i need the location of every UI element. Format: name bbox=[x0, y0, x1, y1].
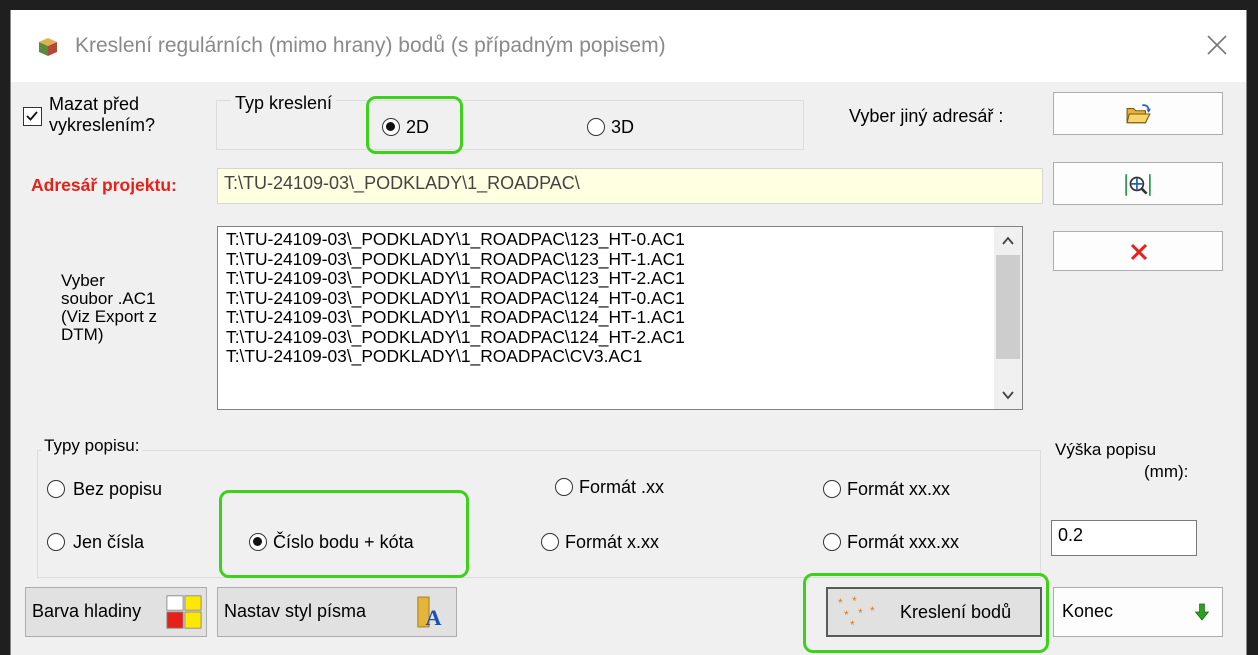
points-icon: * * * * * * bbox=[838, 595, 875, 629]
list-item[interactable]: T:\TU-24109-03\_PODKLADY\1_ROADPAC\123_H… bbox=[226, 229, 685, 250]
erase-label-line1: Mazat před bbox=[49, 94, 140, 114]
layer-color-icon bbox=[166, 595, 202, 629]
draw-type-2d-label: 2D bbox=[406, 117, 430, 137]
end-button-label: Konec bbox=[1062, 601, 1114, 621]
checkmark-icon bbox=[26, 111, 38, 121]
window-title: Kreslení regulárních (mimo hrany) bodů (… bbox=[75, 34, 666, 57]
label-type-format-x-xx-radio[interactable] bbox=[541, 533, 559, 551]
end-button[interactable]: Konec bbox=[1053, 587, 1223, 637]
close-icon[interactable] bbox=[1202, 30, 1232, 60]
label-type-numbers-radio[interactable] bbox=[47, 533, 65, 551]
svg-text:*: * bbox=[858, 606, 863, 620]
text-height-input[interactable]: 0.2 bbox=[1051, 520, 1197, 556]
zoom-extents-icon bbox=[1125, 174, 1151, 196]
svg-text:*: * bbox=[852, 595, 857, 608]
list-item[interactable]: T:\TU-24109-03\_PODKLADY\1_ROADPAC\124_H… bbox=[226, 327, 685, 348]
label-type-numbers-label: Jen čísla bbox=[73, 532, 145, 552]
chevron-down-icon[interactable] bbox=[994, 383, 1022, 407]
file-list-label-line: Vyber bbox=[61, 271, 105, 290]
svg-text:*: * bbox=[838, 596, 843, 610]
file-list-label-line: DTM) bbox=[61, 325, 104, 344]
erase-label-line2: vykreslením? bbox=[49, 115, 156, 135]
draw-points-button-label: Kreslení bodů bbox=[900, 602, 1012, 622]
delete-file-button[interactable] bbox=[1053, 231, 1223, 271]
svg-text:A: A bbox=[425, 605, 441, 630]
draw-type-2d-radio[interactable] bbox=[382, 118, 400, 136]
draw-type-group-label: Typ kreslení bbox=[231, 93, 337, 114]
project-directory-field[interactable]: T:\TU-24109-03\_PODKLADY\1_ROADPAC\ bbox=[217, 168, 1043, 204]
file-list-scrollbar[interactable] bbox=[994, 227, 1022, 409]
cube-icon bbox=[39, 38, 57, 56]
layer-color-button[interactable]: Barva hladiny bbox=[25, 587, 207, 637]
svg-text:*: * bbox=[850, 618, 855, 629]
svg-text:*: * bbox=[870, 604, 875, 618]
label-type-format-xxx-xx-radio[interactable] bbox=[823, 533, 841, 551]
draw-type-3d-label: 3D bbox=[611, 117, 635, 137]
label-type-format-xxx-xx-label: Formát xxx.xx bbox=[847, 532, 960, 552]
erase-before-draw-checkbox[interactable] bbox=[23, 107, 42, 126]
label-type-format-xx-radio[interactable] bbox=[555, 478, 573, 496]
label-type-format-x-xx-label: Formát x.xx bbox=[565, 532, 660, 552]
label-types-group-label: Typy popisu: bbox=[41, 436, 143, 456]
list-item[interactable]: T:\TU-24109-03\_PODKLADY\1_ROADPAC\CV3.A… bbox=[226, 346, 685, 367]
label-type-format-xx-xx-label: Formát xx.xx bbox=[847, 479, 951, 499]
arrow-down-icon bbox=[1194, 603, 1210, 621]
label-type-number-elevation-radio[interactable] bbox=[249, 533, 267, 551]
list-item[interactable]: T:\TU-24109-03\_PODKLADY\1_ROADPAC\124_H… bbox=[226, 288, 685, 309]
file-listbox[interactable]: T:\TU-24109-03\_PODKLADY\1_ROADPAC\123_H… bbox=[217, 226, 1023, 410]
choose-directory-label: Vyber jiný adresář : bbox=[849, 106, 1004, 126]
file-list-label-line: soubor .AC1 bbox=[61, 289, 156, 308]
font-style-button-label: Nastav styl písma bbox=[224, 601, 367, 621]
scroll-thumb[interactable] bbox=[996, 255, 1020, 359]
draw-type-3d-radio[interactable] bbox=[587, 118, 605, 136]
choose-directory-button[interactable] bbox=[1053, 92, 1223, 135]
zoom-extents-button[interactable] bbox=[1053, 162, 1223, 205]
chevron-up-icon[interactable] bbox=[994, 229, 1022, 253]
project-directory-label: Adresář projektu: bbox=[31, 175, 177, 195]
title-bar: Kreslení regulárních (mimo hrany) bodů (… bbox=[11, 10, 1246, 82]
delete-x-icon bbox=[1130, 243, 1148, 261]
label-type-format-xx-xx-radio[interactable] bbox=[823, 480, 841, 498]
label-types-group bbox=[37, 450, 1041, 578]
layer-color-button-label: Barva hladiny bbox=[32, 601, 142, 621]
text-height-label-line2: (mm): bbox=[1144, 462, 1189, 481]
text-height-label-line1: Výška popisu bbox=[1055, 440, 1157, 459]
dialog-window: Kreslení regulárních (mimo hrany) bodů (… bbox=[10, 10, 1247, 655]
label-type-number-elevation-label: Číslo bodu + kóta bbox=[273, 532, 414, 552]
list-item[interactable]: T:\TU-24109-03\_PODKLADY\1_ROADPAC\124_H… bbox=[226, 307, 685, 328]
file-list-label-line: (Viz Export z bbox=[61, 307, 158, 326]
label-type-format-xx-label: Formát .xx bbox=[579, 477, 665, 497]
font-style-button[interactable]: Nastav styl písma A bbox=[217, 587, 457, 637]
label-type-none-radio[interactable] bbox=[47, 480, 65, 498]
open-folder-icon bbox=[1126, 104, 1151, 124]
svg-text:*: * bbox=[844, 608, 849, 622]
draw-points-button[interactable]: * * * * * * Kreslení bodů bbox=[826, 587, 1042, 637]
label-type-none-label: Bez popisu bbox=[73, 479, 163, 499]
font-style-icon: A bbox=[417, 596, 442, 630]
file-list-label: Vyber soubor .AC1 (Viz Export z DTM) bbox=[61, 272, 157, 344]
list-item[interactable]: T:\TU-24109-03\_PODKLADY\1_ROADPAC\123_H… bbox=[226, 268, 685, 289]
list-item[interactable]: T:\TU-24109-03\_PODKLADY\1_ROADPAC\123_H… bbox=[226, 249, 685, 270]
